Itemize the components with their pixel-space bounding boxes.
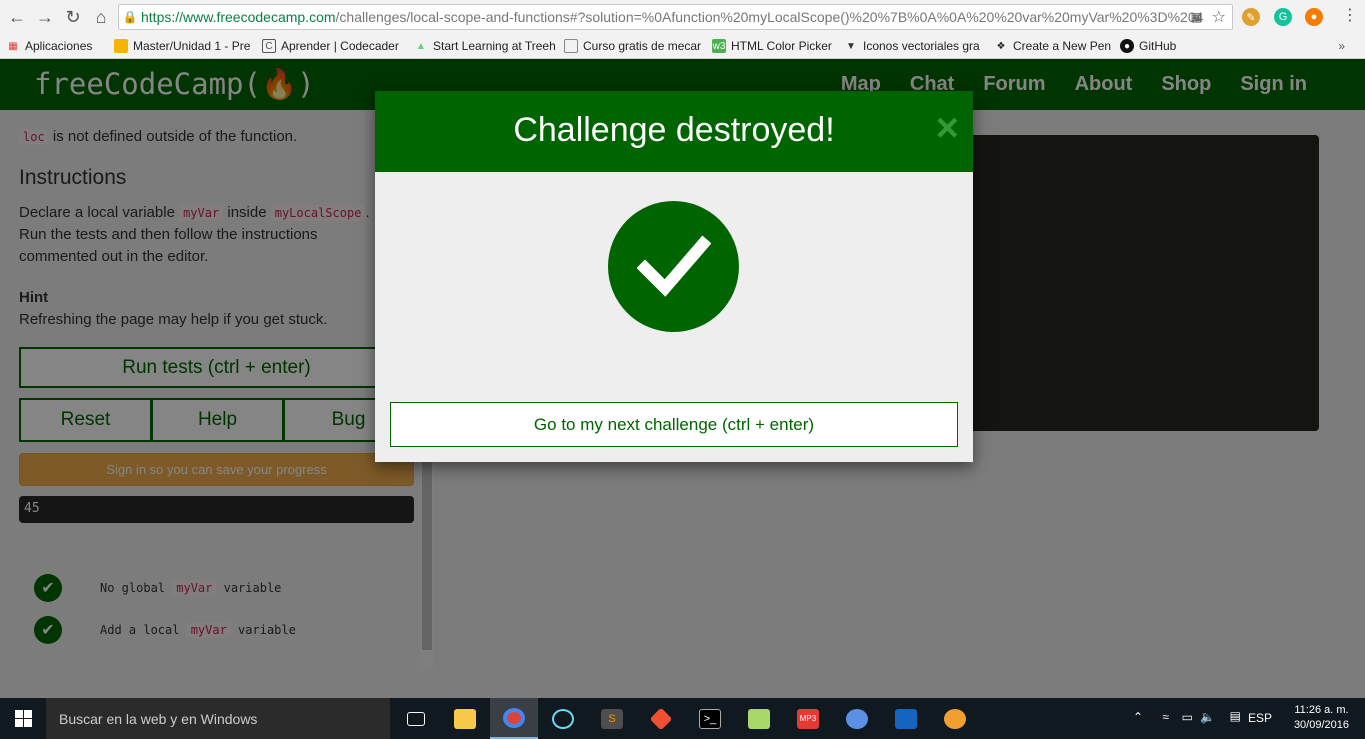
modal-header: Challenge destroyed! × (375, 91, 973, 172)
bookmarks-bar: ▦ Aplicaciones Master/Unidad 1 - Pre C A… (0, 34, 1365, 59)
clock-time: 11:26 a. m. (1294, 704, 1349, 716)
bookmark-label: Iconos vectoriales gra (863, 39, 980, 53)
lock-icon: 🔒 (122, 10, 138, 24)
git-icon[interactable] (637, 698, 685, 739)
bookmark-iconos[interactable]: ▼ Iconos vectoriales gra (838, 39, 988, 53)
grammarly-icon[interactable]: G (1274, 8, 1292, 26)
bookmark-label: Create a New Pen (1013, 39, 1112, 53)
bookmark-apps[interactable]: ▦ Aplicaciones (0, 39, 108, 53)
bookmark-color-picker[interactable]: w3 HTML Color Picker (706, 39, 838, 53)
bookmark-label: Master/Unidad 1 - Pre (133, 39, 251, 53)
success-modal: Challenge destroyed! × Go to my next cha… (375, 91, 973, 462)
codecademy-icon: C (262, 39, 276, 53)
more-bookmarks-icon[interactable]: » (1338, 39, 1345, 53)
terminal-icon[interactable]: >_ (686, 698, 734, 739)
task-view-icon[interactable] (392, 698, 440, 739)
wifi-icon[interactable]: ≈ (1162, 710, 1169, 724)
file-explorer-icon[interactable] (441, 698, 489, 739)
home-icon[interactable]: ⌂ (87, 3, 115, 31)
bookmark-label: Aplicaciones (25, 39, 93, 53)
mp3-app-icon[interactable]: MP3 (784, 698, 832, 739)
w3-icon: w3 (712, 39, 726, 53)
show-hidden-icons-icon[interactable]: ⌃ (1133, 710, 1143, 724)
language-indicator[interactable]: ESP (1248, 711, 1272, 725)
bookmark-curso[interactable]: Curso gratis de mecar (558, 39, 706, 53)
bookmark-master[interactable]: Master/Unidad 1 - Pre (108, 39, 256, 53)
translate-icon[interactable]: ▦ (1191, 10, 1202, 24)
reload-icon[interactable]: ↻ (59, 3, 87, 31)
bookmark-treehouse[interactable]: ▲ Start Learning at Treeh (408, 39, 558, 53)
page-icon (564, 39, 578, 53)
bookmark-codecademy[interactable]: C Aprender | Codecader (256, 39, 408, 53)
volume-icon[interactable]: 🔈 (1200, 710, 1215, 724)
bookmark-label: Curso gratis de mecar (583, 39, 702, 53)
paint-icon[interactable] (931, 698, 979, 739)
atom-icon[interactable] (539, 698, 587, 739)
bookmark-label: Aprender | Codecader (281, 39, 399, 53)
url-path: /challenges/local-scope-and-functions#?s… (335, 9, 1204, 25)
modal-title: Challenge destroyed! (513, 111, 835, 149)
bookmark-label: GitHub (1139, 39, 1177, 53)
url-host: https://www.freecodecamp.com (141, 9, 336, 25)
address-bar[interactable]: 🔒 https://www.freecodecamp.com/challenge… (118, 4, 1233, 30)
apps-grid-icon: ▦ (8, 40, 18, 52)
codepen-icon: ❖ (996, 40, 1006, 52)
taskbar-search[interactable]: Buscar en la web y en Windows (46, 698, 390, 739)
back-arrow-icon[interactable]: ← (3, 3, 31, 31)
bookmark-codepen[interactable]: ❖ Create a New Pen (988, 39, 1114, 53)
checkmark-icon (608, 201, 739, 332)
bookmark-github[interactable]: ● GitHub (1114, 39, 1194, 53)
folder-icon (114, 39, 128, 53)
chromium-icon[interactable] (833, 698, 881, 739)
forward-arrow-icon[interactable]: → (31, 3, 59, 31)
next-challenge-button[interactable]: Go to my next challenge (ctrl + enter) (390, 402, 958, 447)
battery-icon[interactable]: ▭ (1182, 710, 1193, 724)
windows-taskbar: Buscar en la web y en Windows S >_ MP3 ⌃… (0, 698, 1365, 739)
taskbar-clock[interactable]: 11:26 a. m. 30/09/2016 (1294, 703, 1349, 733)
freepik-icon: ▼ (846, 40, 856, 52)
bookmark-label: Start Learning at Treeh (433, 39, 556, 53)
bookmark-star-icon[interactable]: ☆ (1212, 7, 1226, 27)
browser-toolbar: ← → ↻ ⌂ 🔒 https://www.freecodecamp.com/c… (0, 0, 1365, 34)
github-icon: ● (1120, 39, 1134, 53)
blue-app-icon[interactable] (882, 698, 930, 739)
windows-logo (14, 710, 32, 727)
extension-icon[interactable]: ✎ (1242, 8, 1260, 26)
key-extension-icon[interactable]: ● (1305, 8, 1323, 26)
sublime-text-icon[interactable]: S (588, 698, 636, 739)
chrome-icon[interactable] (490, 698, 538, 739)
folder-app-icon[interactable] (735, 698, 783, 739)
windows-start-icon[interactable] (0, 698, 46, 739)
clock-date: 30/09/2016 (1293, 719, 1349, 731)
notifications-icon[interactable]: ▤ (1230, 709, 1241, 723)
checkmark-glyph (636, 235, 711, 297)
treehouse-icon: ▲ (416, 40, 426, 52)
bookmark-label: HTML Color Picker (731, 39, 832, 53)
close-icon[interactable]: × (936, 108, 959, 148)
chrome-menu-icon[interactable]: ⋮ (1342, 8, 1358, 24)
